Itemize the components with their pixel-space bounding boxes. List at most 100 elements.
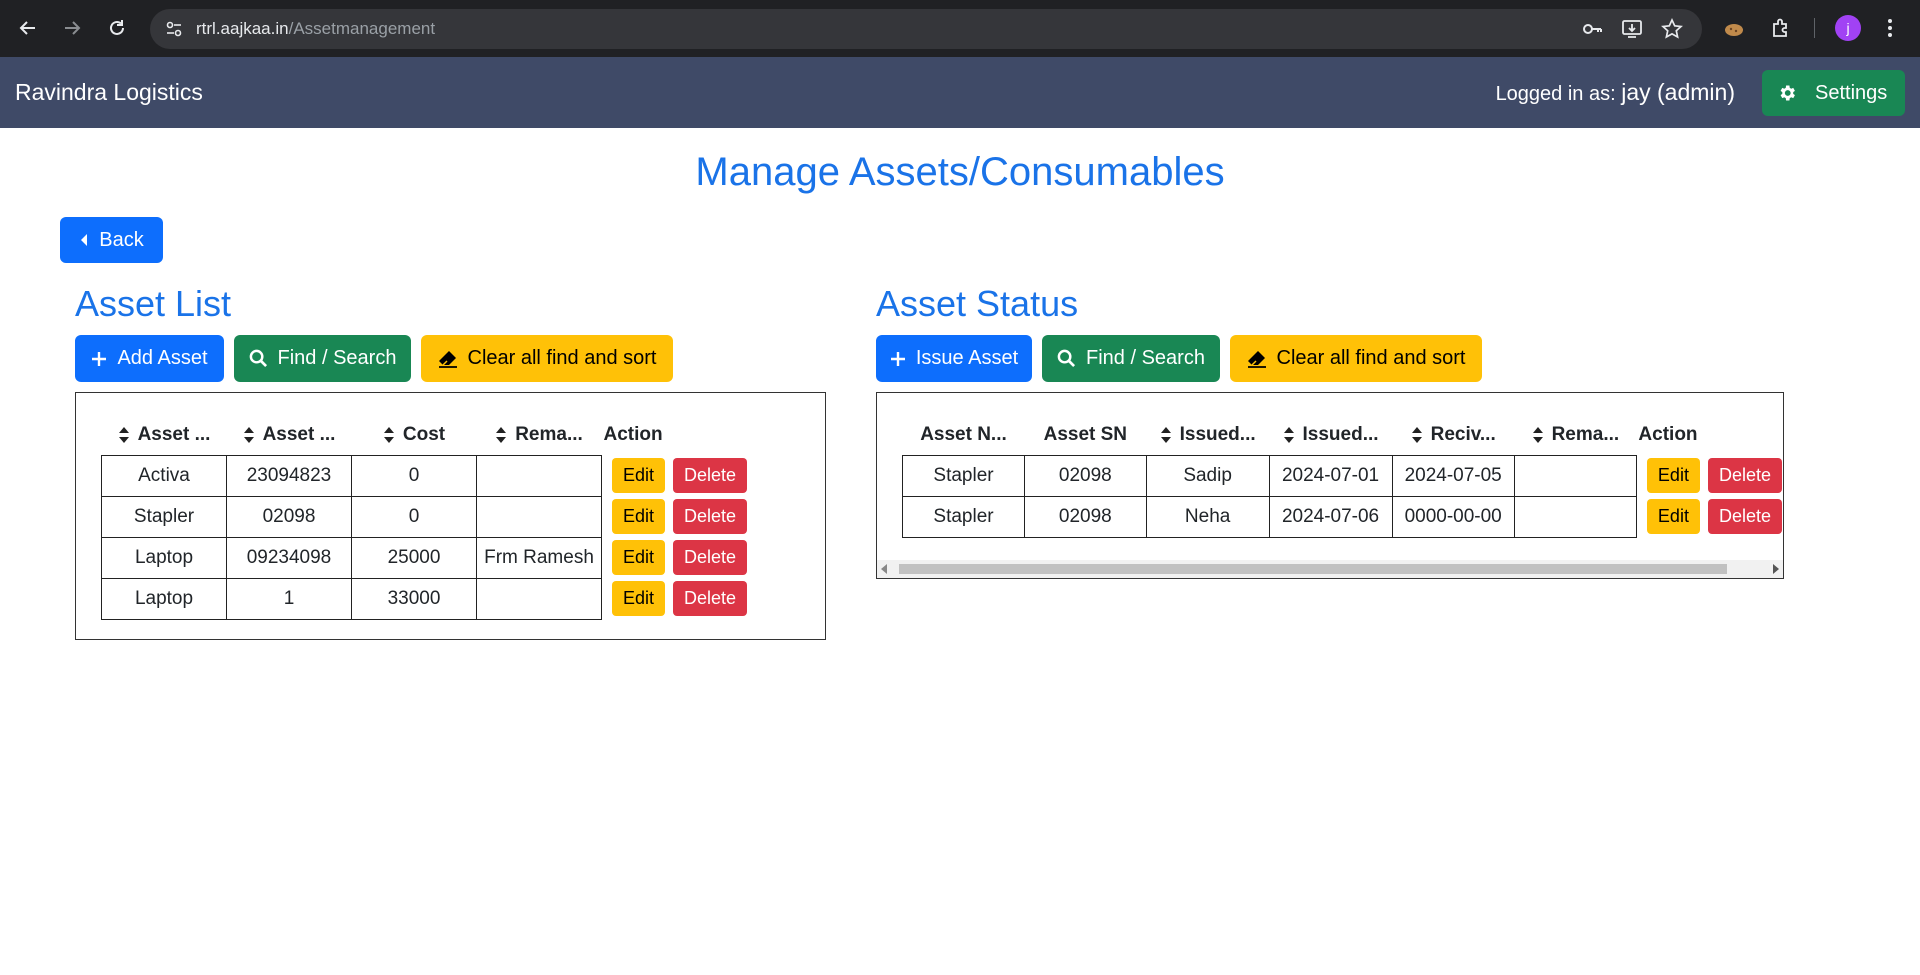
plus-icon [92,351,107,366]
column-header[interactable]: Asset ... [227,415,352,455]
delete-button[interactable]: Delete [673,540,748,575]
table-cell: Neha [1145,495,1270,538]
edit-button[interactable]: Edit [612,540,666,575]
edit-button[interactable]: Edit [1646,499,1700,534]
edit-button[interactable]: Edit [612,581,666,616]
table-cell [476,454,602,497]
action-cell: Edit Delete [602,578,748,619]
asset-status-clear-button[interactable]: Clear all find and sort [1230,335,1482,382]
table-cell: Laptop [101,536,227,579]
extensions-puzzle-icon[interactable] [1767,14,1795,42]
table-cell [476,577,602,620]
action-cell: Edit Delete [1636,455,1782,496]
edit-button[interactable]: Edit [612,499,666,534]
scroll-right-arrow-icon[interactable] [1773,564,1779,574]
site-info-icon[interactable] [160,15,188,43]
asset-status-find-button[interactable]: Find / Search [1042,335,1220,382]
sort-icon[interactable] [383,426,395,444]
issue-asset-label: Issue Asset [915,347,1019,369]
delete-button[interactable]: Delete [673,458,748,493]
logged-in-label: Logged in as: [1495,83,1616,105]
column-header[interactable]: Asset SN [1024,415,1146,455]
sort-icon[interactable] [243,426,255,444]
back-button[interactable]: Back [60,217,163,263]
column-header[interactable]: Issued... [1269,415,1392,455]
asset-status-find-label: Find / Search [1086,347,1205,369]
asset-status-panel: Asset N... Asset SN Issued... Issued... … [876,392,1784,579]
url-text[interactable]: rtrl.aajkaa.in/Assetmanagement [196,19,435,39]
action-cell: Edit Delete [602,496,748,537]
table-cell: 2024-07-01 [1268,454,1393,497]
sort-icon[interactable] [495,426,507,444]
logged-in-info: Logged in as: jay (admin) [1496,79,1735,106]
action-column-header: Action [603,424,663,445]
reload-icon[interactable] [103,14,131,42]
delete-button[interactable]: Delete [1707,499,1782,534]
sort-icon[interactable] [1532,426,1544,444]
bookmark-star-icon[interactable] [1658,15,1686,43]
asset-list-heading: Asset List [75,283,232,324]
column-header[interactable]: Asset N... [903,415,1025,455]
table-cell: 0 [351,495,477,538]
column-header[interactable]: Asset ... [102,415,227,455]
browser-toolbar: rtrl.aajkaa.in/Assetmanagement j [0,0,1920,57]
table-cell: 2024-07-06 [1268,495,1393,538]
back-label: Back [99,228,144,251]
asset-list-find-button[interactable]: Find / Search [234,335,411,382]
delete-button[interactable]: Delete [1707,458,1782,493]
plus-icon [890,351,905,366]
column-header[interactable]: Rema... [477,415,602,455]
table-cell: Activa [101,454,227,497]
search-icon [249,349,267,368]
asset-status-table: Asset N... Asset SN Issued... Issued... … [902,415,1783,538]
sort-icon[interactable] [1411,426,1423,444]
install-app-icon[interactable] [1618,15,1646,43]
sort-icon[interactable] [118,426,130,444]
table-cell [476,495,602,538]
settings-button[interactable]: Settings [1762,70,1905,116]
action-cell: Edit Delete [602,537,748,578]
scrollbar-thumb[interactable] [899,564,1727,574]
asset-status-heading: Asset Status [876,283,1079,324]
edit-button[interactable]: Edit [612,458,666,493]
delete-button[interactable]: Delete [673,499,748,534]
column-header[interactable]: Rema... [1514,415,1636,455]
asset-list-clear-button[interactable]: Clear all find and sort [421,335,673,382]
edit-button[interactable]: Edit [1646,458,1700,493]
column-header[interactable]: Issued... [1146,415,1269,455]
table-row: Laptop 09234098 25000 Frm Ramesh Edit Del… [101,536,748,579]
back-arrow-icon[interactable] [14,14,42,42]
page-title: Manage Assets/Consumables [695,150,1225,194]
browser-menu-icon[interactable] [1876,14,1904,42]
issue-asset-button[interactable]: Issue Asset [876,335,1032,382]
column-header[interactable]: Reciv... [1392,415,1514,455]
delete-button[interactable]: Delete [673,581,748,616]
scroll-left-arrow-icon[interactable] [881,564,887,574]
table-cell: 33000 [351,577,477,620]
sort-icon[interactable] [1160,426,1172,444]
table-cell: 0 [351,454,477,497]
app-navbar: Ravindra Logistics Logged in as: jay (ad… [0,57,1920,128]
eraser-icon [438,350,457,368]
logged-in-user: jay (admin) [1621,79,1735,105]
address-bar[interactable]: rtrl.aajkaa.in/Assetmanagement [150,9,1702,49]
action-column-header: Action [1638,424,1698,445]
add-asset-button[interactable]: Add Asset [75,335,224,382]
extension-cookie-icon[interactable] [1720,14,1748,42]
asset-list-header-row: Asset ... Asset ... Cost Rema... Action [102,415,748,455]
table-row: Stapler 02098 Sadip 2024-07-01 2024-07-0… [902,454,1783,497]
table-cell [1513,495,1637,538]
asset-list-clear-label: Clear all find and sort [467,347,657,369]
table-cell [1513,454,1637,497]
table-cell: 02098 [1023,454,1147,497]
horizontal-scrollbar[interactable] [877,560,1783,578]
asset-list-table: Asset ... Asset ... Cost Rema... Action … [101,415,748,620]
forward-arrow-icon[interactable] [58,14,86,42]
sort-icon[interactable] [1283,426,1295,444]
password-key-icon[interactable] [1578,15,1606,43]
column-header[interactable]: Cost [352,415,477,455]
table-cell: Laptop [101,577,227,620]
brand-name[interactable]: Ravindra Logistics [15,79,203,106]
action-cell: Edit Delete [602,455,748,496]
profile-avatar[interactable]: j [1835,15,1861,41]
